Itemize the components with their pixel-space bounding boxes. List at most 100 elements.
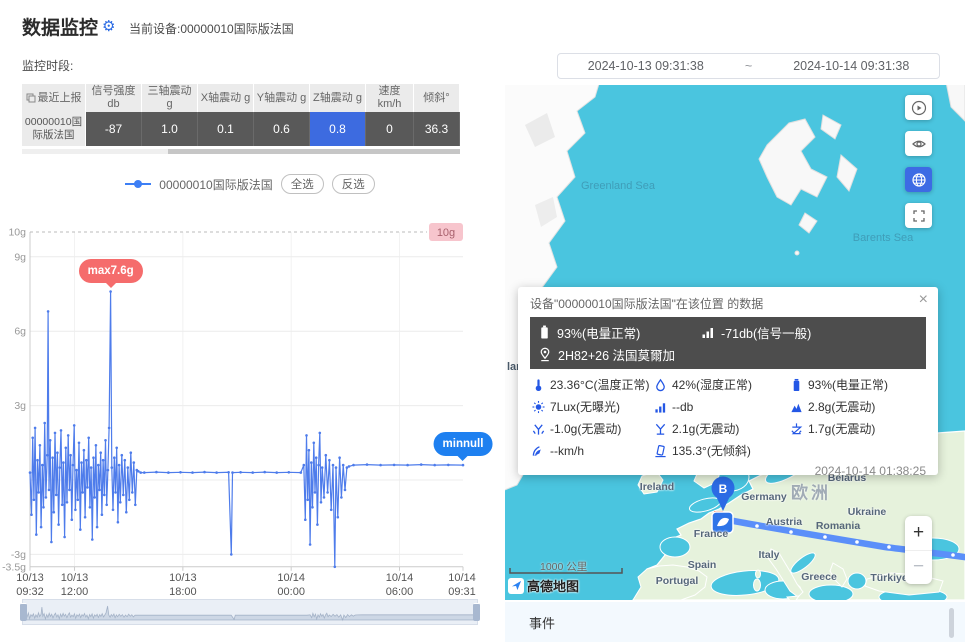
table-header: Z轴震动 g: [310, 84, 366, 112]
banner-location: 2H82+26 法国莫爾加: [558, 345, 675, 364]
tilt-icon: [654, 444, 667, 458]
map-zoom-control: + −: [905, 516, 932, 584]
monitor-period-label: 监控时段:: [22, 57, 73, 74]
range-separator: ~: [734, 59, 764, 73]
start-datetime[interactable]: 2024-10-13 09:31:38: [558, 59, 734, 73]
amap-logo-icon: [508, 578, 524, 594]
x-axis-label: 10/1312:00: [61, 572, 89, 600]
banner-battery: 93%(电量正常): [557, 323, 640, 342]
reading-lux: 7Lux(无曝光): [532, 398, 654, 415]
signal-cell: -87: [86, 112, 142, 146]
battery-icon: [790, 378, 803, 392]
aegean-sea: [848, 573, 866, 589]
svg-text:-3g: -3g: [11, 549, 26, 561]
table-header-row: 最近上报 信号强度 db 三轴震动 g X轴震动 g Y轴震动 g Z轴震动 g…: [22, 84, 460, 112]
table-scrollbar: [22, 149, 460, 154]
play-icon: [911, 100, 927, 116]
table-header: 速度 km/h: [366, 84, 414, 112]
battery-icon: [538, 325, 551, 340]
datazoom-profile: [23, 600, 477, 624]
bay-of-biscay: [660, 537, 690, 557]
signal-icon: [701, 325, 715, 339]
zoom-out-button[interactable]: −: [905, 551, 932, 585]
lux-icon: [532, 400, 545, 414]
x-axis-label: 10/1318:00: [169, 572, 197, 600]
table-header: X轴震动 g: [198, 84, 254, 112]
table-header: Y轴震动 g: [254, 84, 310, 112]
reading-y-vibration: 2.1g(无震动): [654, 420, 790, 437]
datazoom-right-handle[interactable]: [473, 603, 480, 621]
reading-x-vibration: -1.0g(无震动): [532, 420, 654, 437]
events-title: 事件: [529, 613, 555, 632]
popup-timestamp: 2024-10-14 01:38:25: [530, 464, 926, 478]
table-header: 三轴震动 g: [142, 84, 198, 112]
gear-icon[interactable]: ⚙: [102, 17, 115, 35]
location-data-popup: 设备"00000010国际版法国"在该位置 的数据 × 93%(电量正常): [518, 287, 938, 475]
min-value-marker: minnull: [434, 432, 493, 456]
svg-text:10g: 10g: [437, 227, 455, 239]
device-data-table: 最近上报 信号强度 db 三轴震动 g X轴震动 g Y轴震动 g Z轴震动 g…: [22, 84, 460, 146]
events-scrollbar-thumb[interactable]: [949, 608, 954, 638]
table-header: 信号强度 db: [86, 84, 142, 112]
end-datetime[interactable]: 2024-10-14 09:31:38: [764, 59, 940, 73]
svg-text:9g: 9g: [14, 251, 26, 263]
x-axis-label: 10/1409:31: [448, 572, 476, 600]
page-title: 数据监控: [22, 13, 98, 40]
popup-readings-grid: 23.36°C(温度正常) 42%(湿度正常) 93%(电量正常): [532, 376, 926, 459]
table-header: 倾斜°: [414, 84, 460, 112]
svg-text:10g: 10g: [8, 227, 26, 239]
select-all-button[interactable]: 全选: [281, 174, 324, 194]
reading-speed: --km/h: [532, 442, 654, 459]
y-vibration-icon: [654, 422, 667, 436]
globe-icon: [911, 172, 927, 188]
banner-signal: -71db(信号一般): [721, 323, 811, 342]
x-axis-label: 10/1309:32: [16, 572, 44, 600]
visibility-button[interactable]: [905, 131, 932, 156]
x-axis-cell: 0.1: [198, 112, 254, 146]
invert-selection-button[interactable]: 反选: [332, 174, 375, 194]
table-header-report: 最近上报: [22, 84, 86, 112]
popup-banner: 93%(电量正常) -71db(信号一般): [530, 317, 926, 369]
speed-cell: 0: [366, 112, 414, 146]
date-range-picker[interactable]: 2024-10-13 09:31:38 ~ 2024-10-14 09:31:3…: [557, 53, 940, 79]
map-attribution: 高德地图: [508, 576, 579, 595]
table-row[interactable]: 00000010国际版法国 -87 1.0 0.1 0.6 0.8 0 36.3: [22, 112, 460, 146]
chart-x-axis-labels: 10/1309:32 10/1312:00 10/1318:00 10/1400:00…: [0, 572, 500, 600]
y-axis-cell: 0.6: [254, 112, 310, 146]
device-name-cell: 00000010国际版法国: [22, 112, 86, 146]
table-scrollbar-thumb[interactable]: [168, 149, 460, 154]
eye-icon: [911, 136, 927, 152]
reading-humidity: 42%(湿度正常): [654, 376, 790, 393]
vibration-icon: [790, 400, 803, 414]
signal-icon: [654, 400, 667, 414]
x-vibration-icon: [532, 422, 545, 436]
svg-text:6g: 6g: [14, 326, 26, 338]
page: 数据监控 ⚙ 当前设备:00000010国际版法国 监控时段: 最近上报 信号强…: [0, 0, 965, 642]
copy-icon: [26, 93, 36, 103]
datazoom-left-handle[interactable]: [20, 603, 27, 621]
z-axis-cell-highlighted: 0.8: [310, 112, 366, 146]
current-device-label: 当前设备:00000010国际版法国: [129, 20, 294, 37]
legend-series-label[interactable]: 00000010国际版法国: [159, 176, 272, 193]
x-axis-label: 10/1400:00: [277, 572, 305, 600]
reading-battery: 93%(电量正常): [790, 376, 926, 393]
chart-legend: 00000010国际版法国 全选 反选: [0, 174, 500, 194]
map-label-romania: Romania: [816, 520, 861, 532]
popup-title: 设备"00000010国际版法国"在该位置 的数据: [530, 295, 926, 312]
vibration-line-chart[interactable]: 10g9g6g3g-3g-3.5g10g: [0, 218, 500, 576]
chart-datazoom-slider[interactable]: [22, 599, 478, 625]
reading-vibration: 2.8g(无震动): [790, 398, 926, 415]
close-icon[interactable]: ×: [919, 291, 928, 309]
humidity-icon: [654, 378, 667, 392]
play-track-button[interactable]: [905, 95, 932, 120]
fullscreen-button[interactable]: [905, 203, 932, 228]
reading-signal: --db: [654, 398, 790, 415]
speed-icon: [532, 444, 545, 458]
zoom-in-button[interactable]: +: [905, 516, 932, 551]
legend-line-marker: [125, 183, 151, 185]
events-panel: 事件: [505, 602, 965, 642]
max-value-marker: max7.6g: [79, 259, 143, 283]
map-layer-button[interactable]: [905, 167, 932, 192]
device-icon[interactable]: [712, 512, 733, 533]
thermometer-icon: [532, 378, 545, 392]
